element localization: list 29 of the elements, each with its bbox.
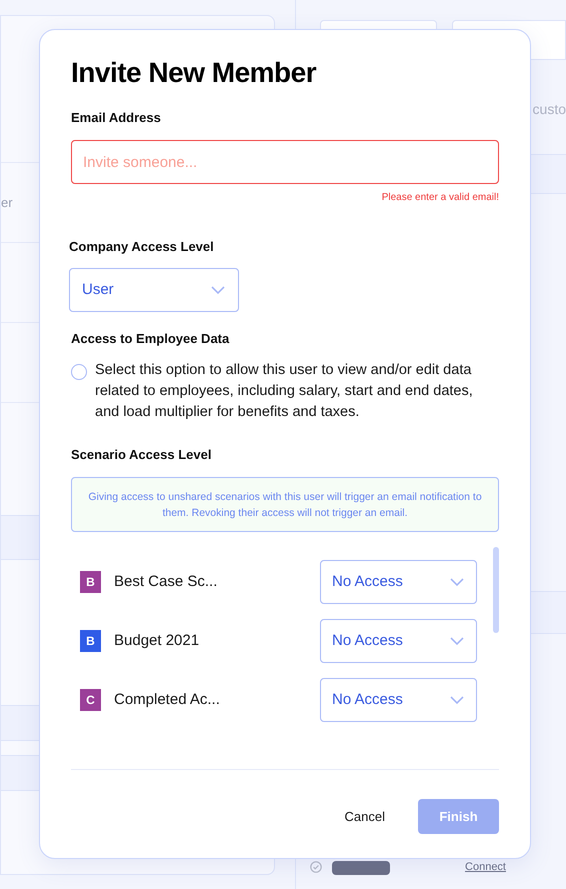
chevron-down-icon: [449, 577, 465, 587]
error-message: Please enter a valid email!: [382, 191, 499, 205]
scenario-name: Completed Ac...: [114, 690, 220, 710]
check-circle-icon: [310, 861, 322, 873]
access-select[interactable]: No Access: [320, 678, 477, 722]
option-text: Select this option to allow this user to view and/or edit data related to employees, including salary, start and end dates, and load multiplier for benefits and taxes.: [95, 361, 474, 422]
background-text: custo: [532, 100, 566, 118]
field-label: Access to Employee Data: [71, 331, 230, 347]
connect-link[interactable]: Connect: [465, 858, 506, 876]
scenario-badge: B: [80, 571, 101, 593]
field-label: Scenario Access Level: [71, 447, 212, 463]
access-level-select[interactable]: User: [69, 268, 239, 312]
scenario-name: Budget 2021: [114, 630, 200, 651]
dialog-title: Invite New Member: [71, 57, 318, 89]
scenario-name: Best Case Sc...: [114, 572, 218, 592]
access-select[interactable]: No Access: [320, 560, 477, 604]
field-label: Company Access Level: [69, 239, 215, 255]
scenario-badge: C: [80, 689, 101, 711]
cancel-button[interactable]: Cancel: [344, 806, 385, 826]
access-select[interactable]: No Access: [320, 619, 477, 663]
chevron-down-icon: [449, 695, 465, 705]
chevron-down-icon: [449, 636, 465, 646]
field-label: Email Address: [71, 110, 162, 126]
email-field[interactable]: Invite someone...: [71, 140, 499, 184]
background-text: er: [1, 194, 13, 212]
radio-button[interactable]: [71, 364, 87, 380]
scenario-badge: B: [80, 630, 101, 652]
notice-text: Giving access to unshared scenarios with this user will trigger an email notification to them. Revoking their access will not trigger an email.: [88, 490, 482, 520]
chevron-down-icon: [210, 285, 226, 295]
